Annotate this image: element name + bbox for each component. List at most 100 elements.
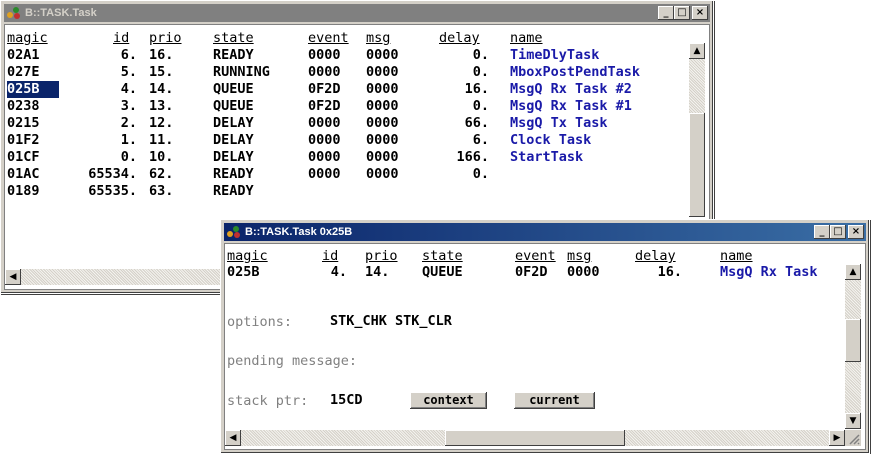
cell-magic: 025B (7, 81, 59, 98)
cell-event: 0F2D (308, 81, 341, 97)
stack-ptr-value: 15CD (330, 392, 363, 408)
arrow-down-icon[interactable]: ▼ (845, 413, 861, 429)
col-prio[interactable]: prio (365, 248, 398, 265)
app-icon (226, 225, 242, 239)
table-row[interactable]: 02A1 6. 16. READY 0000 0000 0. TimeDlyTask (5, 47, 689, 64)
cell-id: 1. (120, 132, 137, 148)
table-row[interactable]: 0189 65535. 63. READY (5, 183, 689, 200)
cell-msg: 0000 (366, 166, 399, 182)
col-magic[interactable]: magic (7, 30, 48, 47)
cell-state: READY (213, 183, 254, 199)
maximize-button[interactable]: □ (674, 6, 690, 20)
arrow-right-icon[interactable]: ▶ (829, 430, 845, 446)
cell-state: QUEUE (422, 264, 463, 280)
vertical-scrollbar[interactable]: ▲ (689, 43, 705, 217)
arrow-left-icon[interactable]: ◀ (225, 430, 241, 446)
col-msg[interactable]: msg (567, 248, 591, 265)
col-msg[interactable]: msg (366, 30, 390, 47)
cell-id: 5. (120, 64, 137, 80)
cell-state: QUEUE (213, 81, 254, 97)
cell-magic: 0238 (7, 98, 40, 114)
cell-prio: 14. (149, 81, 174, 97)
table-row[interactable]: 01AC 65534. 62. READY 0000 0000 0. (5, 166, 689, 183)
pending-message-label: pending message: (227, 353, 358, 369)
task-detail-window: B::TASK.Task 0x25B _ □ × magic id prio s… (220, 219, 870, 454)
cell-event: 0F2D (308, 98, 341, 114)
table-row[interactable]: 025B 4. 14. QUEUE 0F2D 0000 16. MsgQ Rx Task #2 (5, 81, 689, 98)
cell-prio: 10. (149, 149, 174, 165)
cell-delay: 16. (657, 264, 682, 280)
cell-name: MsgQ Rx Task #2 (510, 81, 632, 97)
col-delay[interactable]: delay (635, 248, 676, 265)
minimize-button[interactable]: _ (814, 225, 830, 239)
col-event[interactable]: event (515, 248, 556, 265)
cell-name: TimeDlyTask (510, 47, 600, 63)
arrow-left-icon[interactable]: ◀ (5, 269, 21, 285)
cell-id: 4. (330, 264, 347, 280)
table-row[interactable]: 025B 4. 14. QUEUE 0F2D 0000 16. MsgQ Rx … (225, 264, 845, 281)
close-button[interactable]: × (848, 225, 864, 239)
cell-event: 0000 (308, 47, 341, 63)
col-name[interactable]: name (720, 248, 753, 265)
arrow-up-icon[interactable]: ▲ (689, 43, 705, 59)
title-bar[interactable]: B::TASK.Task _ □ × (4, 4, 710, 22)
table-row[interactable]: 01F2 1. 11. DELAY 0000 0000 6. Clock Task (5, 132, 689, 149)
maximize-button[interactable]: □ (830, 225, 846, 239)
cell-id: 4. (120, 81, 137, 97)
minimize-button[interactable]: _ (658, 6, 674, 20)
cell-msg: 0000 (366, 98, 399, 114)
cell-state: QUEUE (213, 98, 254, 114)
cell-msg: 0000 (366, 64, 399, 80)
cell-id: 65534. (88, 166, 137, 182)
col-delay[interactable]: delay (439, 30, 480, 47)
cell-msg: 0000 (366, 115, 399, 131)
cell-id: 0. (120, 149, 137, 165)
col-name[interactable]: name (510, 30, 543, 47)
cell-event: 0000 (308, 64, 341, 80)
cell-id: 6. (120, 47, 137, 63)
table-row[interactable]: 0238 3. 13. QUEUE 0F2D 0000 0. MsgQ Rx Task #1 (5, 98, 689, 115)
col-state[interactable]: state (213, 30, 254, 47)
cell-event: 0F2D (515, 264, 548, 280)
cell-magic: 0189 (7, 183, 40, 199)
arrow-up-icon[interactable]: ▲ (845, 264, 861, 280)
table-row[interactable]: 0215 2. 12. DELAY 0000 0000 66. MsgQ Tx Task (5, 115, 689, 132)
cell-magic: 01AC (7, 166, 40, 182)
scroll-thumb[interactable] (689, 113, 705, 217)
current-button[interactable]: current (514, 392, 595, 409)
cell-id: 2. (120, 115, 137, 131)
cell-magic: 027E (7, 64, 40, 80)
col-event[interactable]: event (308, 30, 349, 47)
col-prio[interactable]: prio (149, 30, 182, 47)
cell-state: DELAY (213, 132, 254, 148)
cell-name: MsgQ Tx Task (510, 115, 608, 131)
options-value: STK_CHK STK_CLR (330, 313, 452, 329)
table-header: magic id prio state event msg delay name (225, 248, 845, 265)
scroll-thumb[interactable] (845, 319, 861, 362)
close-button[interactable]: × (692, 6, 708, 20)
title-bar[interactable]: B::TASK.Task 0x25B _ □ × (224, 223, 866, 241)
cell-event: 0000 (308, 115, 341, 131)
horizontal-scrollbar[interactable]: ◀ ▶ (225, 430, 845, 446)
scroll-thumb-horizontal[interactable] (445, 430, 625, 446)
cell-prio: 16. (149, 47, 174, 63)
cell-state: DELAY (213, 149, 254, 165)
size-grip-icon[interactable] (845, 430, 861, 446)
col-id[interactable]: id (322, 248, 338, 265)
cell-msg: 0000 (366, 47, 399, 63)
context-button[interactable]: context (410, 392, 487, 409)
cell-prio: 11. (149, 132, 174, 148)
vertical-scrollbar[interactable]: ▲ ▼ (845, 264, 861, 429)
col-state[interactable]: state (422, 248, 463, 265)
table-row[interactable]: 01CF 0. 10. DELAY 0000 0000 166. StartTask (5, 149, 689, 166)
cell-state: DELAY (213, 115, 254, 131)
cell-delay: 166. (456, 149, 489, 165)
cell-event: 0000 (308, 149, 341, 165)
col-magic[interactable]: magic (227, 248, 268, 265)
cell-magic: 0215 (7, 115, 40, 131)
cell-delay: 0. (472, 64, 489, 80)
table-row[interactable]: 027E 5. 15. RUNNING 0000 0000 0. MboxPostPendTa… (5, 64, 689, 81)
cell-name: MboxPostPendTask (510, 64, 641, 80)
col-id[interactable]: id (113, 30, 129, 47)
cell-name: MsgQ Rx Task (720, 264, 818, 280)
